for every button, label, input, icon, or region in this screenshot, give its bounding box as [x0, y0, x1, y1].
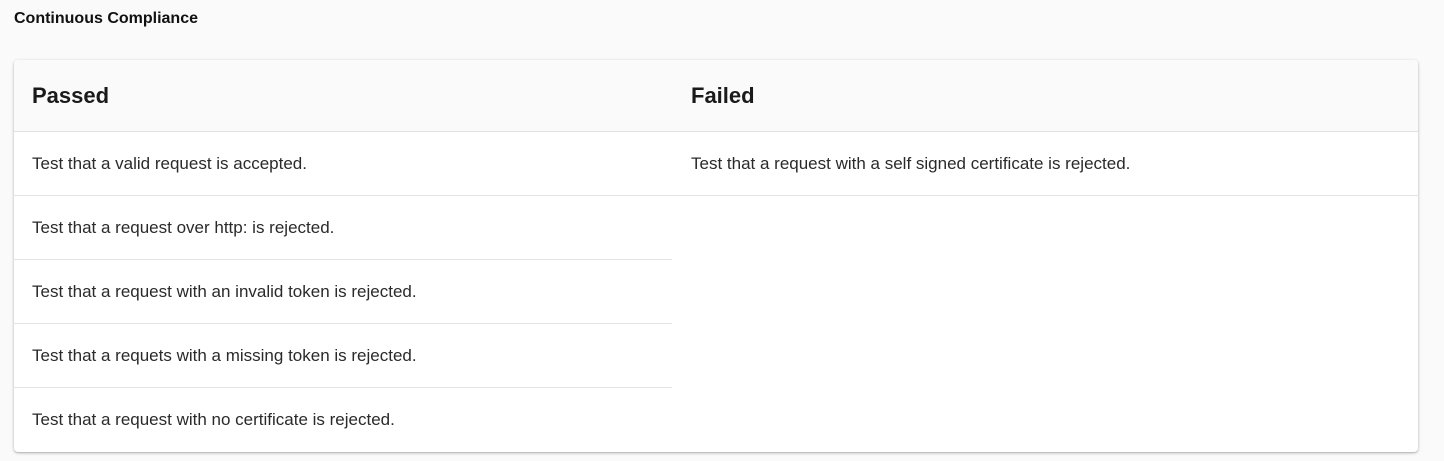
failed-test-item: Test that a request with a self signed c…	[672, 132, 1418, 196]
table-body: Test that a valid request is accepted. T…	[14, 132, 1418, 452]
passed-test-item: Test that a request with no certificate …	[32, 410, 395, 429]
failed-column-header: Failed	[691, 82, 755, 108]
table-header: Passed Failed	[14, 60, 1418, 132]
passed-test-item: Test that a request over http: is reject…	[14, 196, 672, 260]
passed-test-item: Test that a valid request is accepted.	[14, 132, 672, 196]
passed-column-header: Passed	[32, 82, 110, 108]
passed-tests-list: Test that a valid request is accepted. T…	[14, 132, 672, 452]
failed-tests-list: Test that a request with a self signed c…	[672, 132, 1418, 452]
passed-test-item: Test that a requets with a missing token…	[14, 324, 672, 388]
passed-test-item: Test that a request with an invalid toke…	[14, 260, 672, 324]
compliance-card: Passed Failed Test that a valid request …	[14, 60, 1418, 452]
page-title: Continuous Compliance	[14, 10, 198, 27]
compliance-page: Continuous Compliance Passed Failed Test…	[0, 0, 1444, 461]
